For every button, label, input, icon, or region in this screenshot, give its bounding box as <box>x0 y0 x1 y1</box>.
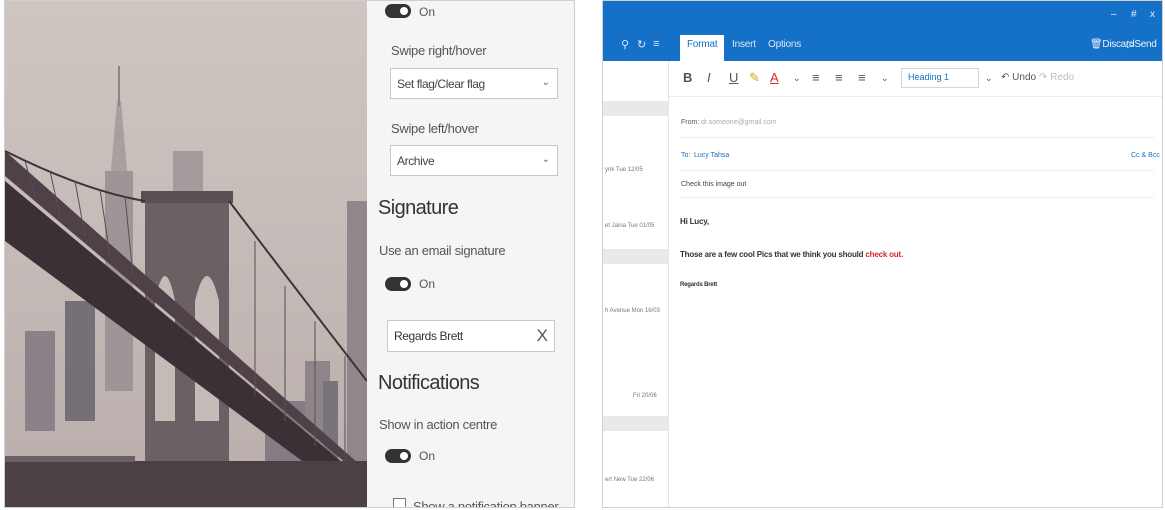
subject-field[interactable]: Check this image out <box>681 181 746 188</box>
signature-text: Regards Brett <box>680 282 718 288</box>
body-link[interactable]: check out. <box>865 250 903 259</box>
close-button[interactable]: x <box>1150 9 1155 20</box>
chevron-down-icon: ⌄ <box>541 77 550 88</box>
numbering-icon[interactable]: ≡ <box>835 70 843 85</box>
bullets-icon[interactable]: ≡ <box>812 70 820 85</box>
to-label: To: <box>681 152 691 159</box>
to-recipient[interactable]: Lucy Tahsa <box>694 152 729 159</box>
top-toggle-label: On <box>419 5 436 19</box>
sync-icon[interactable]: ↻ <box>637 38 646 51</box>
signature-toggle-label: On <box>419 277 436 291</box>
signature-input[interactable] <box>389 322 519 350</box>
swipe-left-label: Swipe left/hover <box>391 121 479 136</box>
tab-options[interactable]: Options <box>768 39 801 50</box>
underline-button[interactable]: U <box>729 70 738 85</box>
greeting-text: Hi Lucy, <box>680 217 709 226</box>
divider <box>679 137 1154 138</box>
mail-list: ynk Tue 12/05 et Jaina Tue 01/05 h Avenu… <box>603 61 669 507</box>
clear-icon[interactable]: X <box>537 326 548 346</box>
mail-titlebar: – # x ⚲ ↻ ≡ Format Insert Options 🗑Disca… <box>603 1 1162 61</box>
trash-icon: 🗑 <box>1090 39 1103 50</box>
list-item[interactable]: Fri 20/06 <box>633 393 657 399</box>
signature-textbox: X <box>387 320 555 352</box>
tab-format[interactable]: Format <box>680 35 725 61</box>
highlighter-icon[interactable]: ✎ <box>749 70 760 86</box>
undo-button[interactable]: ↶ Undo <box>1001 72 1036 83</box>
settings-panel: On Swipe right/hover Set flag/Clear flag… <box>367 1 574 508</box>
italic-button[interactable]: I <box>707 70 711 85</box>
chevron-down-icon: ⌄ <box>541 154 550 165</box>
action-centre-toggle-label: On <box>419 449 436 463</box>
divider <box>679 197 1154 198</box>
list-divider <box>603 416 669 431</box>
mail-screenshot: – # x ⚲ ↻ ≡ Format Insert Options 🗑Disca… <box>602 0 1163 508</box>
format-toolbar: B I U ✎ A ⌄ ≡ ≡ ≡ ⌄ Heading 1 ⌄ ↶ Undo ↷… <box>669 61 1162 97</box>
bridge-photo <box>5 1 367 507</box>
send-button[interactable]: ▷Send <box>1127 39 1157 50</box>
divider <box>679 170 1154 171</box>
chevron-down-icon[interactable]: ⌄ <box>881 73 889 84</box>
style-select[interactable]: Heading 1 <box>901 68 979 88</box>
compose-area: From: dr.someone@gmail.com To: Lucy Tahs… <box>669 97 1162 507</box>
action-centre-label: Show in action centre <box>379 417 497 432</box>
list-item[interactable]: ert New Tue 22/06 <box>605 477 654 483</box>
undo-icon: ↶ <box>1001 72 1010 83</box>
swipe-left-value: Archive <box>397 154 435 168</box>
body-text[interactable]: Those are a few cool Pics that we think … <box>680 250 903 259</box>
signature-heading: Signature <box>378 197 459 219</box>
bold-button[interactable]: B <box>683 70 692 85</box>
banner-label: Show a notification banner <box>413 499 559 508</box>
list-item[interactable]: ynk Tue 12/05 <box>605 167 643 173</box>
list-item[interactable]: et Jaina Tue 01/05 <box>605 223 654 229</box>
use-signature-label: Use an email signature <box>379 243 506 258</box>
font-color-button[interactable]: A <box>770 70 779 85</box>
minimize-button[interactable]: – <box>1111 9 1117 20</box>
maximize-button[interactable]: # <box>1131 9 1137 20</box>
cc-bcc-link[interactable]: Cc & Bcc <box>1131 152 1160 159</box>
banner-checkbox[interactable] <box>393 498 406 507</box>
redo-button[interactable]: ↷ Redo <box>1039 72 1074 83</box>
tab-insert[interactable]: Insert <box>732 39 756 50</box>
list-divider <box>603 101 669 116</box>
list-divider <box>603 249 669 264</box>
swipe-right-select[interactable]: Set flag/Clear flag ⌄ <box>390 68 558 99</box>
signature-toggle[interactable] <box>385 277 411 291</box>
redo-icon: ↷ <box>1039 72 1048 83</box>
top-toggle[interactable] <box>385 4 411 18</box>
swipe-right-label: Swipe right/hover <box>391 43 487 58</box>
chevron-down-icon[interactable]: ⌄ <box>985 73 993 84</box>
filter-icon[interactable]: ≡ <box>653 38 659 50</box>
chevron-down-icon[interactable]: ⌄ <box>793 73 801 84</box>
settings-screenshot: On Swipe right/hover Set flag/Clear flag… <box>4 0 575 508</box>
swipe-left-select[interactable]: Archive ⌄ <box>390 145 558 176</box>
align-icon[interactable]: ≡ <box>858 70 866 85</box>
search-icon[interactable]: ⚲ <box>621 38 629 51</box>
from-value: dr.someone@gmail.com <box>701 119 777 126</box>
action-centre-toggle[interactable] <box>385 449 411 463</box>
notifications-heading: Notifications <box>378 372 480 394</box>
list-item[interactable]: h Avenue Mon 16/03 <box>605 308 660 314</box>
from-label: From: <box>681 119 700 126</box>
style-value: Heading 1 <box>908 72 950 82</box>
swipe-right-value: Set flag/Clear flag <box>397 77 485 91</box>
